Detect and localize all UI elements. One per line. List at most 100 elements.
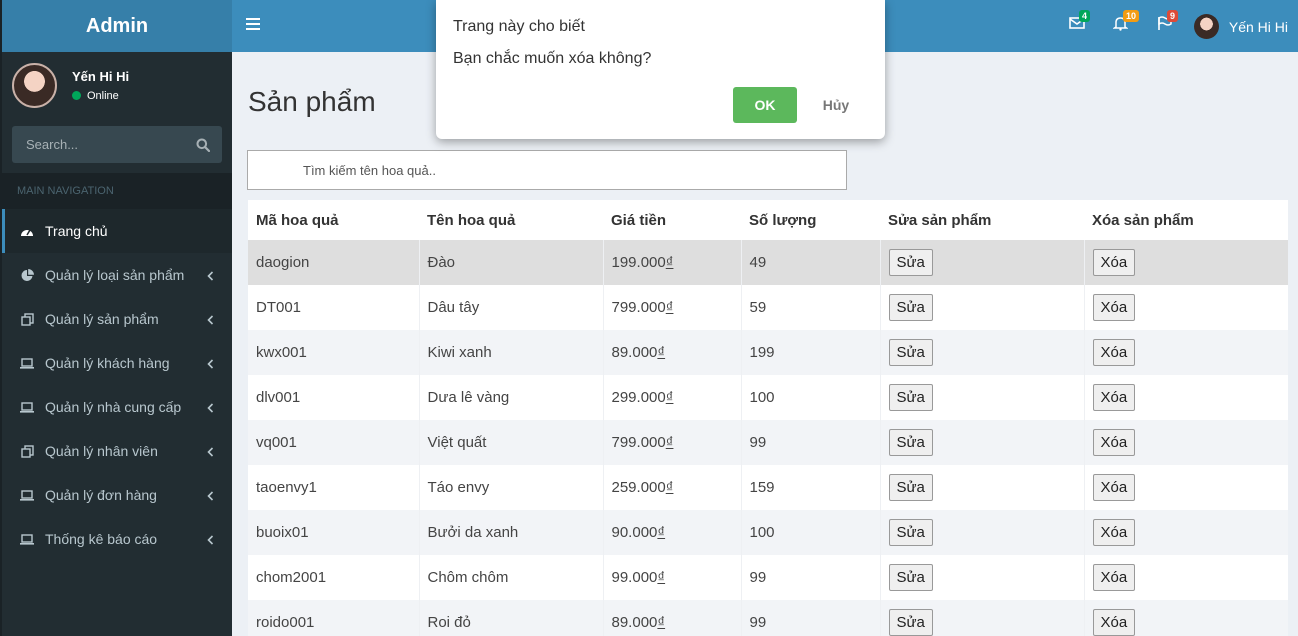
notifications-button[interactable]: 10 bbox=[1112, 10, 1140, 36]
table-row: dlv001 Dưa lê vàng 299.000₫ 100 Sửa Xóa bbox=[248, 375, 1288, 420]
cell-delete: Xóa bbox=[1083, 420, 1288, 465]
col-header-edit: Sửa sản phẩm bbox=[880, 200, 1084, 240]
cancel-button[interactable]: Hủy bbox=[814, 87, 858, 123]
ok-button[interactable]: OK bbox=[733, 87, 797, 123]
flags-button[interactable]: 9 bbox=[1157, 10, 1179, 36]
sidebar-item-5[interactable]: Quản lý nhân viên bbox=[2, 429, 232, 473]
chevron-left-icon[interactable] bbox=[207, 488, 214, 504]
sidebar-item-label: Trang chủ bbox=[45, 223, 108, 239]
col-header-code: Mã hoa quả bbox=[248, 200, 419, 240]
messages-badge: 4 bbox=[1079, 10, 1091, 22]
table-row: kwx001 Kiwi xanh 89.000₫ 199 Sửa Xóa bbox=[248, 330, 1288, 375]
cell-edit: Sửa bbox=[879, 240, 1084, 285]
sidebar-item-label: Quản lý khách hàng bbox=[45, 355, 170, 371]
user-name: Yến Hi Hi bbox=[72, 68, 130, 84]
app-logo[interactable]: Admin bbox=[2, 0, 232, 52]
delete-button[interactable]: Xóa bbox=[1092, 249, 1136, 276]
cell-edit: Sửa bbox=[879, 600, 1084, 636]
cell-code: buoix01 bbox=[248, 510, 419, 555]
cell-name: Đào bbox=[418, 240, 603, 285]
currency-symbol: ₫ bbox=[657, 614, 666, 631]
edit-button[interactable]: Sửa bbox=[888, 564, 933, 591]
search-icon[interactable] bbox=[196, 138, 210, 152]
product-search-input[interactable] bbox=[248, 151, 846, 189]
chevron-left-icon[interactable] bbox=[207, 444, 214, 460]
sidebar-item-label: Quản lý nhân viên bbox=[45, 443, 158, 459]
table-row: chom2001 Chôm chôm 99.000₫ 99 Sửa Xóa bbox=[248, 555, 1288, 600]
chevron-left-icon[interactable] bbox=[207, 532, 214, 548]
table-row: vq001 Việt quất 799.000₫ 99 Sửa Xóa bbox=[248, 420, 1288, 465]
dashboard-icon bbox=[19, 223, 35, 239]
delete-button[interactable]: Xóa bbox=[1092, 564, 1136, 591]
cell-price: 90.000₫ bbox=[602, 510, 741, 555]
page-title: Sản phẩm bbox=[248, 86, 376, 117]
cell-delete: Xóa bbox=[1083, 555, 1288, 600]
price-value: 799.000 bbox=[611, 434, 666, 451]
cell-code: chom2001 bbox=[248, 555, 419, 600]
edit-button[interactable]: Sửa bbox=[888, 249, 933, 276]
edit-button[interactable]: Sửa bbox=[888, 339, 933, 366]
cell-code: taoenvy1 bbox=[248, 465, 419, 510]
delete-button[interactable]: Xóa bbox=[1092, 339, 1136, 366]
edit-button[interactable]: Sửa bbox=[888, 294, 933, 321]
user-panel: Yến Hi Hi Online bbox=[2, 52, 232, 118]
cell-edit: Sửa bbox=[879, 375, 1084, 420]
table-row: daogion Đào 199.000₫ 49 Sửa Xóa bbox=[248, 240, 1288, 285]
flags-badge: 9 bbox=[1167, 10, 1179, 22]
edit-button[interactable]: Sửa bbox=[888, 429, 933, 456]
chevron-left-icon[interactable] bbox=[207, 356, 214, 372]
chevron-left-icon[interactable] bbox=[207, 268, 214, 284]
sidebar-item-0[interactable]: Trang chủ bbox=[2, 209, 232, 253]
sidebar-item-3[interactable]: Quản lý khách hàng bbox=[2, 341, 232, 385]
sidebar-item-label: Quản lý đơn hàng bbox=[45, 487, 157, 503]
sidebar-search-input[interactable] bbox=[26, 137, 176, 152]
delete-button[interactable]: Xóa bbox=[1092, 429, 1136, 456]
chevron-left-icon[interactable] bbox=[207, 312, 214, 328]
cell-qty: 100 bbox=[740, 510, 880, 555]
cell-delete: Xóa bbox=[1083, 285, 1288, 330]
sidebar-item-4[interactable]: Quản lý nhà cung cấp bbox=[2, 385, 232, 429]
sidebar-item-7[interactable]: Thống kê báo cáo bbox=[2, 517, 232, 561]
messages-button[interactable]: 4 bbox=[1069, 10, 1091, 35]
delete-button[interactable]: Xóa bbox=[1092, 609, 1136, 636]
cell-qty: 99 bbox=[740, 420, 880, 465]
price-value: 799.000 bbox=[611, 299, 666, 316]
pie-chart-icon bbox=[19, 267, 35, 283]
delete-button[interactable]: Xóa bbox=[1092, 474, 1136, 501]
edit-button[interactable]: Sửa bbox=[888, 384, 933, 411]
sidebar-item-2[interactable]: Quản lý sản phẩm bbox=[2, 297, 232, 341]
delete-button[interactable]: Xóa bbox=[1092, 384, 1136, 411]
cell-delete: Xóa bbox=[1083, 465, 1288, 510]
chevron-left-icon[interactable] bbox=[207, 400, 214, 416]
user-status: Online bbox=[72, 90, 129, 102]
cell-edit: Sửa bbox=[879, 555, 1084, 600]
cell-edit: Sửa bbox=[879, 465, 1084, 510]
edit-button[interactable]: Sửa bbox=[888, 519, 933, 546]
edit-button[interactable]: Sửa bbox=[888, 474, 933, 501]
cell-price: 89.000₫ bbox=[602, 600, 741, 636]
header-user-menu[interactable]: Yến Hi Hi bbox=[1193, 14, 1288, 39]
cell-qty: 49 bbox=[740, 240, 880, 285]
col-header-qty: Số lượng bbox=[741, 200, 880, 240]
delete-button[interactable]: Xóa bbox=[1092, 519, 1136, 546]
delete-button[interactable]: Xóa bbox=[1092, 294, 1136, 321]
currency-symbol: ₫ bbox=[657, 569, 666, 586]
product-table: Mã hoa quả Tên hoa quả Giá tiền Số lượng… bbox=[248, 200, 1288, 636]
nav-header: MAIN NAVIGATION bbox=[2, 173, 232, 209]
menu-toggle-icon[interactable] bbox=[246, 18, 260, 32]
laptop-icon bbox=[19, 531, 35, 547]
sidebar-search bbox=[12, 126, 222, 163]
avatar bbox=[12, 62, 57, 108]
copy-icon bbox=[19, 443, 35, 459]
cell-price: 799.000₫ bbox=[602, 420, 741, 465]
cell-edit: Sửa bbox=[879, 285, 1084, 330]
col-header-price: Giá tiền bbox=[603, 200, 741, 240]
status-label: Online bbox=[87, 89, 119, 102]
sidebar: Admin Yến Hi Hi Online MAIN NAVIGATION T… bbox=[0, 0, 232, 636]
price-value: 90.000 bbox=[611, 524, 658, 541]
sidebar-item-1[interactable]: Quản lý loại sản phẩm bbox=[2, 253, 232, 297]
cell-code: daogion bbox=[248, 240, 419, 285]
price-value: 89.000 bbox=[611, 614, 658, 631]
sidebar-item-6[interactable]: Quản lý đơn hàng bbox=[2, 473, 232, 517]
edit-button[interactable]: Sửa bbox=[888, 609, 933, 636]
